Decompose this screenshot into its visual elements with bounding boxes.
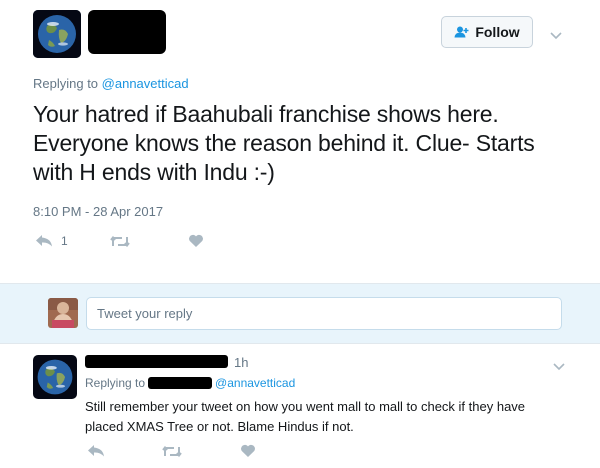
chevron-down-icon: [550, 32, 562, 40]
reply-input[interactable]: Tweet your reply: [86, 297, 562, 330]
reply-count: 1: [61, 234, 68, 248]
author-avatar[interactable]: [33, 10, 81, 58]
reply-action[interactable]: 1: [35, 234, 68, 248]
more-options-chevron[interactable]: [550, 27, 562, 45]
tweet-timestamp[interactable]: 8:10 PM - 28 Apr 2017: [33, 204, 163, 219]
user-photo-icon: [48, 298, 78, 328]
reply-replying-to-label: Replying to: [85, 376, 146, 390]
chevron-down-icon: [553, 363, 565, 371]
replying-to: Replying to @annavetticad: [33, 76, 189, 91]
add-user-icon: [454, 26, 469, 38]
heart-icon: [189, 234, 203, 247]
retweet-icon: [162, 445, 182, 458]
heart-icon: [241, 444, 255, 457]
retweet-icon: [110, 235, 130, 248]
reply-mention-redacted: [148, 377, 213, 389]
reply-replying-to-handle[interactable]: @annavetticad: [215, 376, 295, 390]
reply-composer: Tweet your reply: [0, 283, 600, 344]
replying-to-handle[interactable]: @annavetticad: [102, 76, 189, 91]
current-user-avatar: [48, 298, 78, 328]
reply-text: Still remember your tweet on how you wen…: [85, 399, 526, 434]
follow-label: Follow: [475, 24, 520, 40]
globe-icon: [33, 10, 81, 58]
reply-reply-action[interactable]: [87, 444, 105, 458]
reply-author-avatar[interactable]: [33, 355, 77, 399]
tweet-text: Your hatred if Baahubali franchise shows…: [33, 101, 535, 185]
replying-to-label: Replying to: [33, 76, 99, 91]
reply-icon: [88, 445, 104, 457]
reply-author-name-redacted: [85, 355, 228, 368]
reply-time[interactable]: 1h: [234, 355, 248, 370]
reply-placeholder: Tweet your reply: [97, 306, 193, 321]
reply-icon: [36, 235, 52, 247]
reply-more-options-chevron[interactable]: [553, 358, 565, 376]
follow-button[interactable]: Follow: [441, 16, 533, 48]
retweet-action[interactable]: [110, 235, 130, 248]
reply-replying-to: Replying to @annavetticad: [85, 376, 295, 390]
reply-like-action[interactable]: [240, 444, 256, 458]
author-name-redacted: [88, 10, 166, 54]
reply-retweet-action[interactable]: [162, 445, 182, 458]
globe-icon: [33, 355, 77, 399]
like-action[interactable]: [188, 234, 204, 248]
